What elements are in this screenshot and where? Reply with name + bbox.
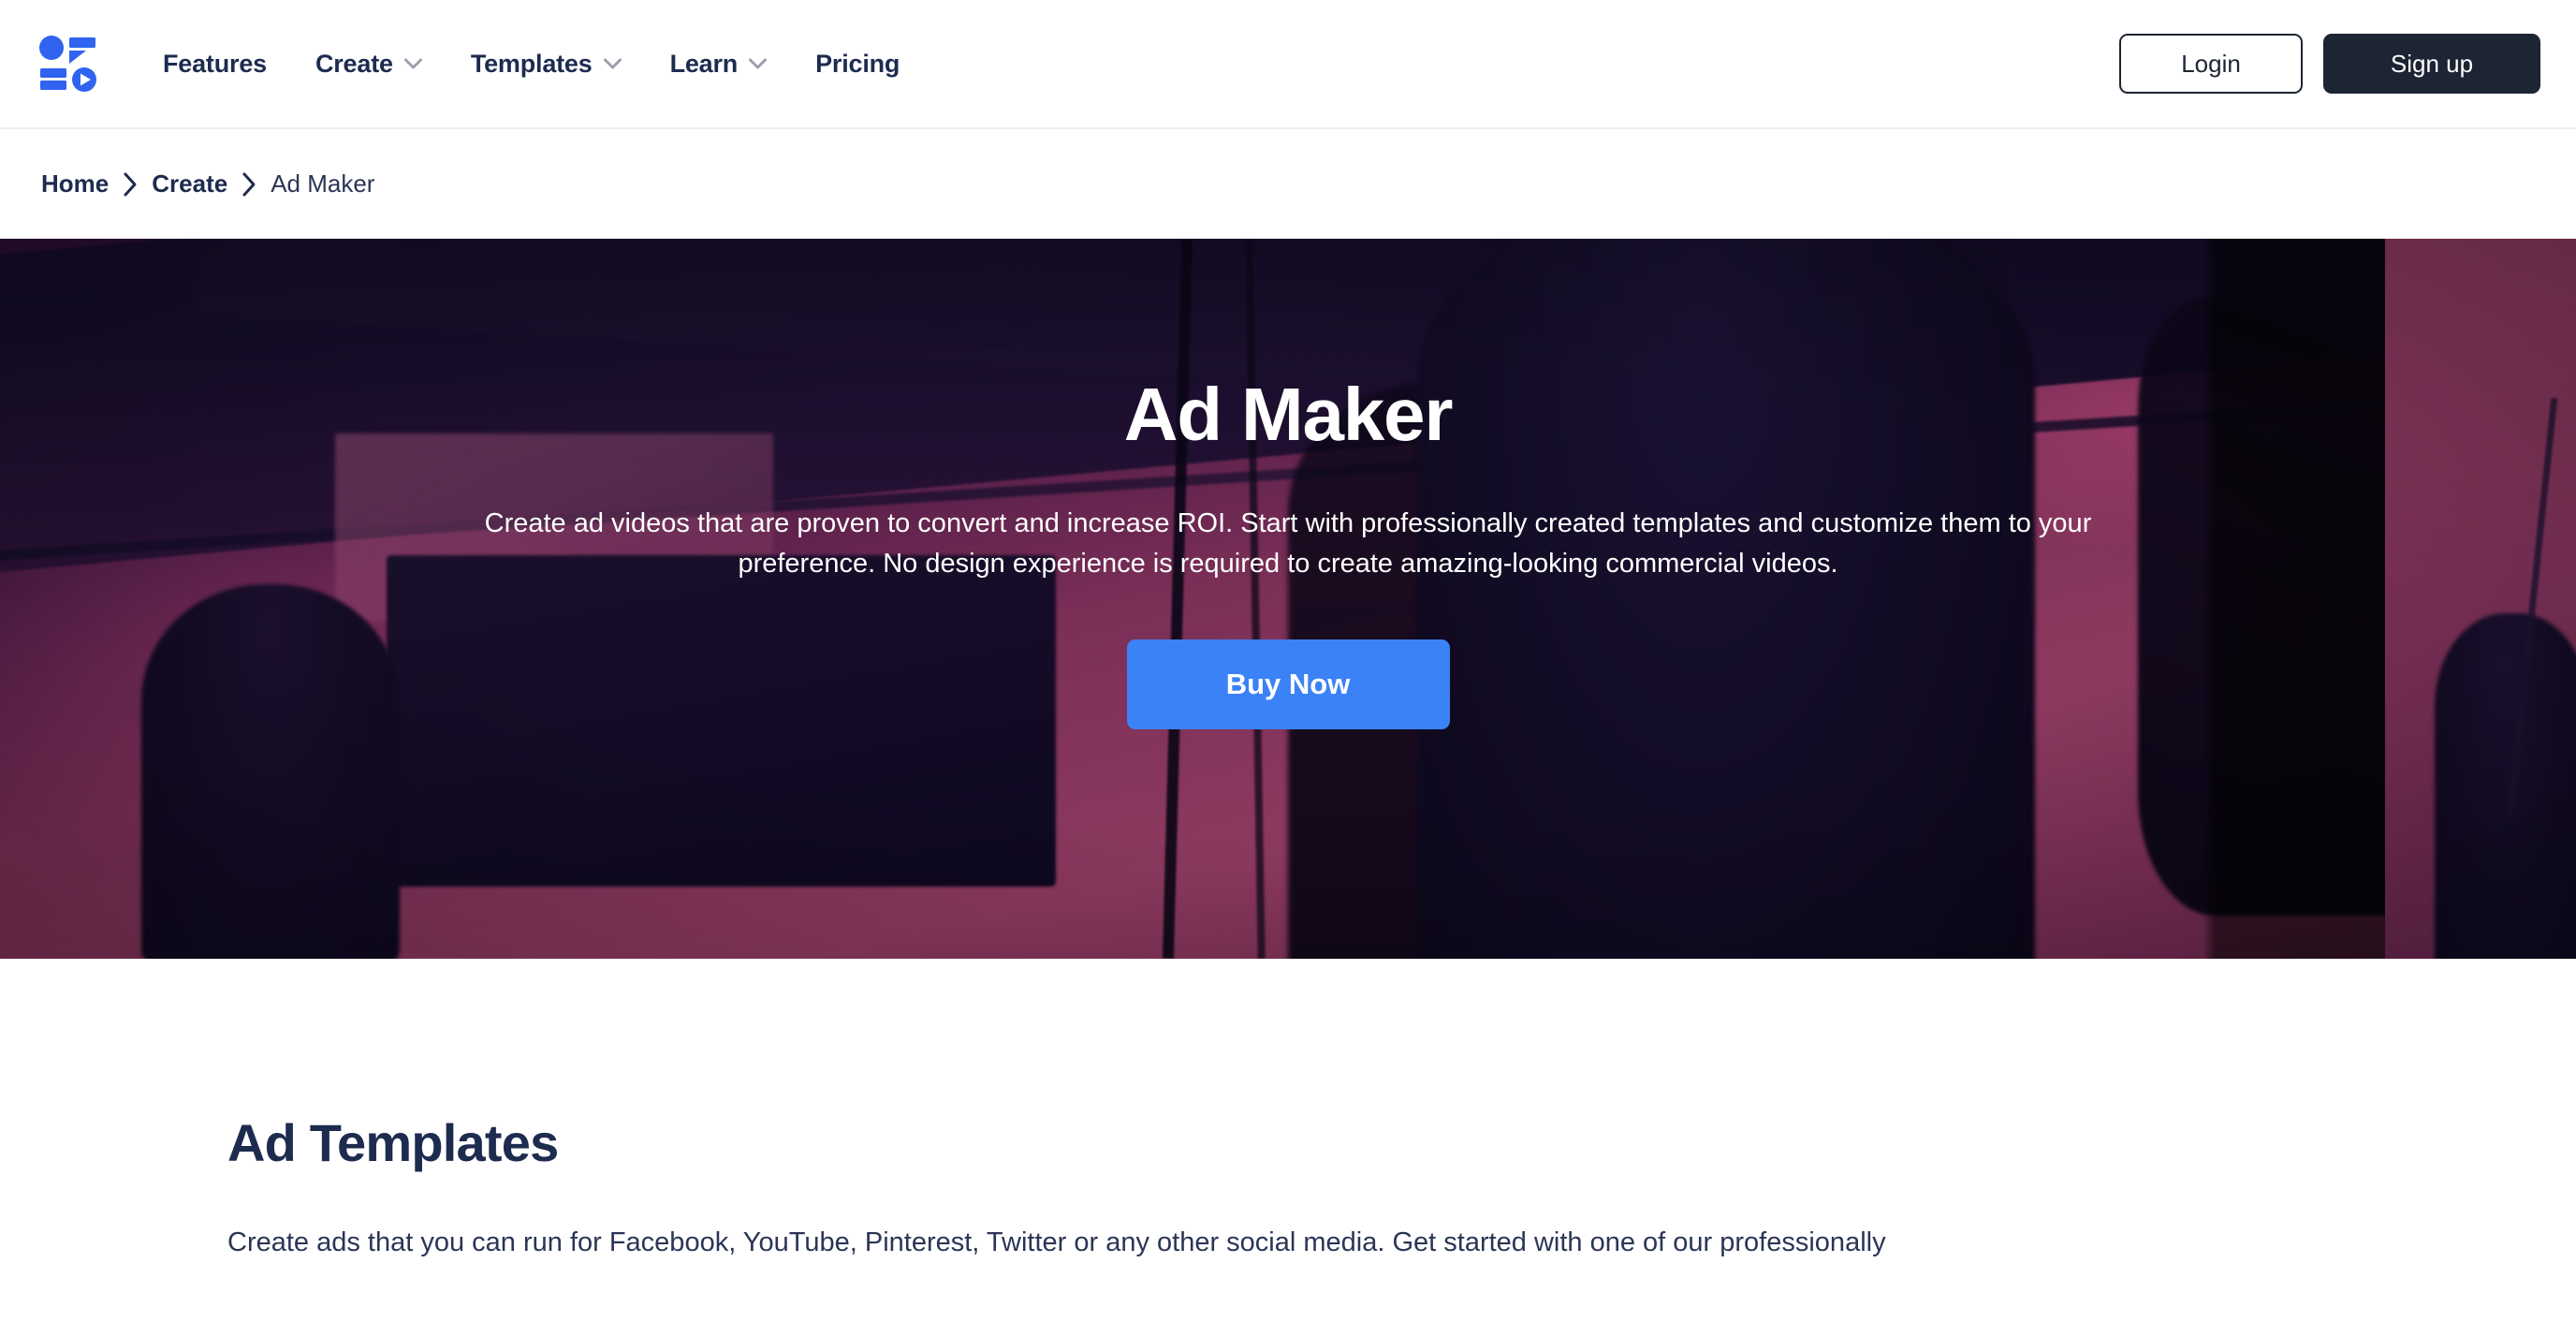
nav-item-features[interactable]: Features <box>139 40 291 88</box>
chevron-down-icon <box>749 58 768 69</box>
page-title: Ad Maker <box>1123 373 1454 456</box>
breadcrumb: Home Create Ad Maker <box>0 129 2576 239</box>
nav-item-templates[interactable]: Templates <box>446 40 646 88</box>
chevron-down-icon <box>603 58 622 69</box>
ad-templates-section: Ad Templates Create ads that you can run… <box>0 959 2576 1264</box>
header-actions: Login Sign up <box>2119 34 2540 94</box>
chevron-right-icon <box>109 170 152 198</box>
nav-label: Create <box>315 49 393 78</box>
buy-now-button[interactable]: Buy Now <box>1126 639 1450 729</box>
breadcrumb-item-create[interactable]: Create <box>152 169 227 198</box>
chevron-down-icon <box>403 58 422 69</box>
hero-description: Create ad videos that are proven to conv… <box>484 508 2092 579</box>
section-description: Create ads that you can run for Facebook… <box>227 1227 1886 1257</box>
hero-banner: Ad Maker Create ad videos that are prove… <box>0 239 2576 959</box>
nav-item-pricing[interactable]: Pricing <box>791 40 924 88</box>
main-navigation: Features Create Templates Learn Pricing <box>139 40 2119 88</box>
breadcrumb-item-ad-maker: Ad Maker <box>271 169 375 198</box>
site-header: Features Create Templates Learn Pricing … <box>0 0 2576 129</box>
nav-label: Features <box>163 49 267 78</box>
nav-label: Templates <box>470 49 593 78</box>
nav-label: Pricing <box>815 49 900 78</box>
flexclip-logo[interactable] <box>37 33 99 95</box>
signup-button[interactable]: Sign up <box>2323 34 2540 94</box>
hero-content: Ad Maker Create ad videos that are prove… <box>0 239 2576 959</box>
breadcrumb-item-home[interactable]: Home <box>41 169 109 198</box>
nav-item-create[interactable]: Create <box>291 40 446 88</box>
section-title: Ad Templates <box>227 1113 559 1172</box>
nav-label: Learn <box>669 49 739 78</box>
nav-item-learn[interactable]: Learn <box>646 40 792 88</box>
chevron-right-icon <box>227 170 271 198</box>
login-button[interactable]: Login <box>2119 34 2303 94</box>
